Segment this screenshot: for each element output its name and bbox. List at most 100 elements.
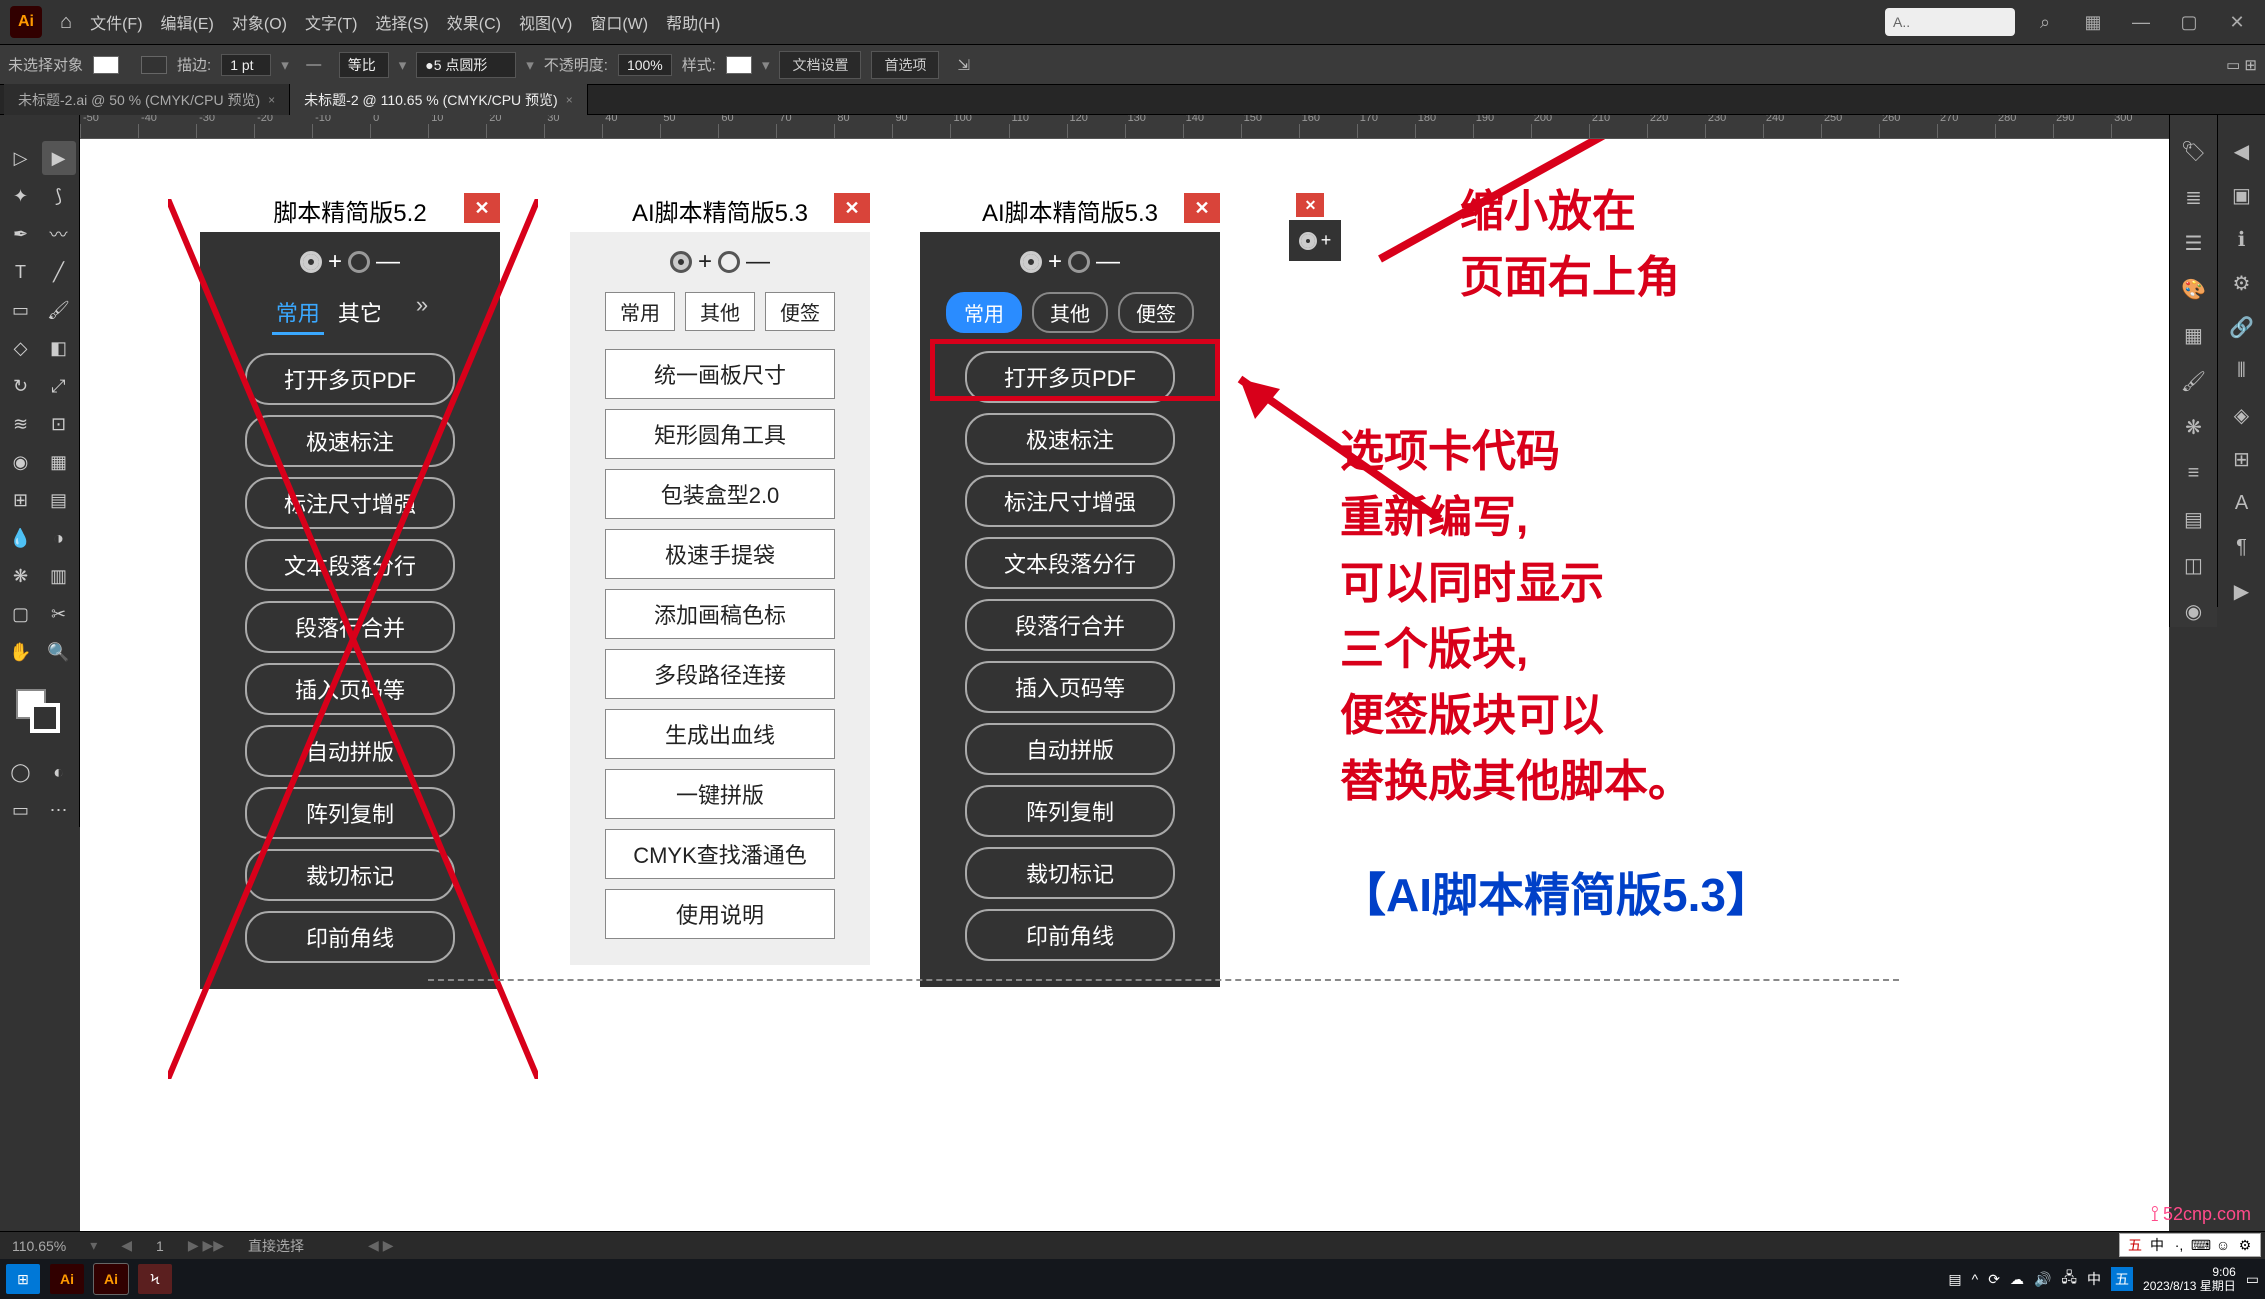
- uniform-dropdown[interactable]: 等比: [339, 52, 389, 78]
- btn-crop-marks[interactable]: 裁切标记: [245, 849, 455, 901]
- stroke-panel-icon[interactable]: ≡: [2178, 457, 2210, 489]
- tray-lang-icon[interactable]: 五: [2111, 1267, 2133, 1291]
- tab-notes[interactable]: 便签: [1118, 292, 1194, 333]
- minimize-button[interactable]: —: [2123, 7, 2159, 37]
- navigator-panel-icon[interactable]: ▣: [2226, 179, 2258, 211]
- radio-icon[interactable]: [718, 251, 740, 273]
- emoji-icon[interactable]: ☺: [2214, 1236, 2232, 1254]
- document-setup-button[interactable]: 文档设置: [779, 51, 861, 79]
- rotate-tool-icon[interactable]: ↻: [4, 369, 38, 403]
- align-panel-icon[interactable]: ⫴: [2226, 355, 2258, 387]
- symbols-panel-icon[interactable]: ❋: [2178, 411, 2210, 443]
- document-canvas[interactable]: 脚本精简版5.2 ✕ + — 常用 其它 » 打开多页PDF 极速标注 标注尺寸…: [80, 139, 2169, 1231]
- menu-file[interactable]: 文件(F): [90, 10, 142, 34]
- preferences-button[interactable]: 首选项: [871, 51, 939, 79]
- doc-tab-2[interactable]: 未标题-2 @ 110.65 % (CMYK/CPU 预览) ×: [290, 84, 588, 116]
- libraries-panel-icon[interactable]: ☰: [2178, 227, 2210, 259]
- btn-open-pdf[interactable]: 打开多页PDF: [245, 353, 455, 405]
- width-tool-icon[interactable]: ≋: [4, 407, 38, 441]
- taskbar-ai-icon[interactable]: Ai: [50, 1264, 84, 1294]
- btn-package-box[interactable]: 包装盒型2.0: [605, 469, 835, 519]
- btn-paragraph-merge[interactable]: 段落行合并: [245, 601, 455, 653]
- menu-select[interactable]: 选择(S): [375, 10, 428, 34]
- notification-icon[interactable]: ▭: [2246, 1271, 2259, 1288]
- character-panel-icon[interactable]: A: [2226, 487, 2258, 519]
- radio-icon[interactable]: [1299, 232, 1317, 250]
- brush-style-field[interactable]: ● 5 点圆形: [416, 52, 516, 78]
- brushes-panel-icon[interactable]: 🖌: [2178, 365, 2210, 397]
- tab-other[interactable]: 其他: [1032, 292, 1108, 333]
- btn-join-paths[interactable]: 多段路径连接: [605, 649, 835, 699]
- menu-window[interactable]: 窗口(W): [590, 10, 648, 34]
- perspective-tool-icon[interactable]: ▦: [42, 445, 76, 479]
- menu-object[interactable]: 对象(O): [232, 10, 287, 34]
- btn-array-copy[interactable]: 阵列复制: [245, 787, 455, 839]
- properties-panel-icon[interactable]: 🏷: [2178, 135, 2210, 167]
- type-tool-icon[interactable]: T: [4, 255, 38, 289]
- blend-tool-icon[interactable]: ◑: [42, 521, 76, 555]
- tray-volume-icon[interactable]: 🔊: [2034, 1271, 2051, 1288]
- fill-swatch-icon[interactable]: [93, 56, 119, 74]
- pathfinder-panel-icon[interactable]: ◈: [2226, 399, 2258, 431]
- style-swatch-icon[interactable]: [726, 56, 752, 74]
- opacity-field[interactable]: 100%: [618, 54, 672, 76]
- links-panel-icon[interactable]: 🔗: [2226, 311, 2258, 343]
- btn-unify-artboard[interactable]: 统一画板尺寸: [605, 349, 835, 399]
- btn-insert-pagenum[interactable]: 插入页码等: [245, 663, 455, 715]
- arrange-icon[interactable]: ▦: [2075, 7, 2111, 37]
- scale-tool-icon[interactable]: ⤢: [42, 369, 76, 403]
- tab-common[interactable]: 常用: [605, 292, 675, 331]
- swatches-panel-icon[interactable]: ▦: [2178, 319, 2210, 351]
- tray-weather-icon[interactable]: ▤: [1948, 1271, 1961, 1288]
- btn-text-split[interactable]: 文本段落分行: [245, 539, 455, 591]
- info-panel-icon[interactable]: ℹ: [2226, 223, 2258, 255]
- curvature-tool-icon[interactable]: 〰: [42, 217, 76, 251]
- color-panel-icon[interactable]: 🎨: [2178, 273, 2210, 305]
- hand-tool-icon[interactable]: ✋: [4, 635, 38, 669]
- btn-prepress-marks[interactable]: 印前角线: [245, 911, 455, 963]
- menu-help[interactable]: 帮助(H): [666, 10, 720, 34]
- eraser-tool-icon[interactable]: ◧: [42, 331, 76, 365]
- gradient-panel-icon[interactable]: ▤: [2178, 503, 2210, 535]
- line-tool-icon[interactable]: ╱: [42, 255, 76, 289]
- panel-collapse-icon[interactable]: ◀: [2226, 135, 2258, 167]
- btn-fast-annotate[interactable]: 极速标注: [245, 415, 455, 467]
- close-icon[interactable]: ×: [268, 93, 275, 107]
- appearance-panel-icon[interactable]: ◉: [2178, 595, 2210, 627]
- btn-add-colorbar[interactable]: 添加画稿色标: [605, 589, 835, 639]
- radio-icon[interactable]: [348, 251, 370, 273]
- radio-icon[interactable]: [1068, 251, 1090, 273]
- keyboard-icon[interactable]: ⌨: [2192, 1236, 2210, 1254]
- btn-auto-impose[interactable]: 自动拼版: [965, 723, 1175, 775]
- btn-text-split[interactable]: 文本段落分行: [965, 537, 1175, 589]
- btn-dimension-enhance[interactable]: 标注尺寸增强: [245, 477, 455, 529]
- taskbar-clock[interactable]: 9:06 2023/8/13 星期日: [2143, 1265, 2236, 1294]
- ime-punct-icon[interactable]: ·,: [2170, 1236, 2188, 1254]
- chevron-right-icon[interactable]: »: [416, 292, 428, 335]
- selection-tool-icon[interactable]: ▷: [4, 141, 38, 175]
- ime-cn-icon[interactable]: 中: [2148, 1236, 2166, 1254]
- pen-tool-icon[interactable]: ✒: [4, 217, 38, 251]
- btn-insert-pagenum[interactable]: 插入页码等: [965, 661, 1175, 713]
- close-button[interactable]: ✕: [2219, 7, 2255, 37]
- tab-other[interactable]: 其他: [685, 292, 755, 331]
- btn-fast-annotate[interactable]: 极速标注: [965, 413, 1175, 465]
- actions-panel-icon[interactable]: ⚙: [2226, 267, 2258, 299]
- btn-paragraph-merge[interactable]: 段落行合并: [965, 599, 1175, 651]
- menu-edit[interactable]: 编辑(E): [161, 10, 214, 34]
- tab-other[interactable]: 其它: [334, 292, 386, 335]
- menu-type[interactable]: 文字(T): [305, 10, 357, 34]
- search-icon[interactable]: ⌕: [2027, 7, 2063, 37]
- paragraph-panel-icon[interactable]: ¶: [2226, 531, 2258, 563]
- symbol-spray-tool-icon[interactable]: ❋: [4, 559, 38, 593]
- panel-toggle-icon[interactable]: ▭ ⊞: [2226, 56, 2257, 74]
- close-button[interactable]: ✕: [1184, 193, 1220, 223]
- direct-selection-tool-icon[interactable]: ▶: [42, 141, 76, 175]
- close-button[interactable]: ✕: [464, 193, 500, 223]
- screen-mode-icon[interactable]: ▭: [4, 793, 38, 827]
- draw-behind-icon[interactable]: ◐: [42, 755, 76, 789]
- align-icon[interactable]: ⇲: [957, 56, 970, 74]
- zoom-level[interactable]: 110.65%: [12, 1238, 66, 1254]
- transform-panel-icon[interactable]: ⊞: [2226, 443, 2258, 475]
- radio-icon[interactable]: [1020, 251, 1042, 273]
